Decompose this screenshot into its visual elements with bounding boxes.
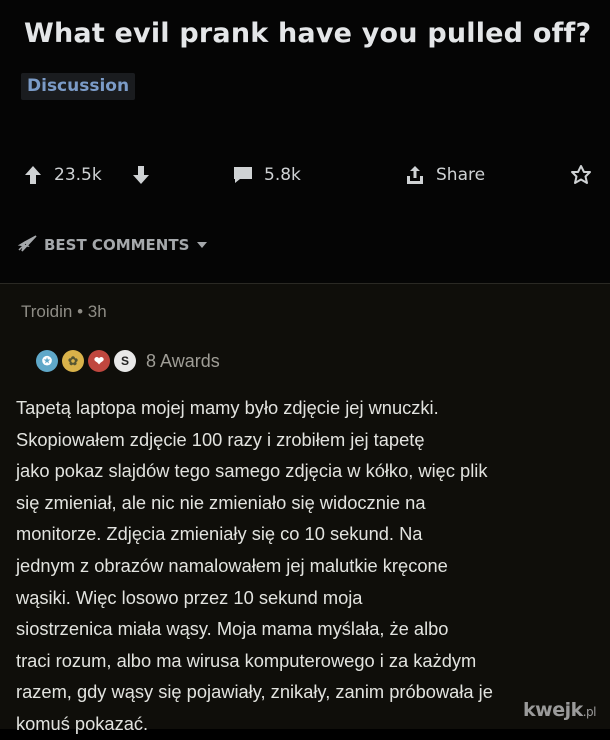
comment-count: 5.8k — [264, 165, 301, 185]
sort-rocket-icon — [16, 233, 38, 257]
upvote-icon — [24, 165, 42, 185]
comment-line: traci rozum, albo ma wirusa komputeroweg… — [16, 649, 477, 671]
comment-icon — [232, 165, 254, 185]
comment-line: jednym z obrazów namalowałem jej malutki… — [16, 554, 448, 576]
comment-line: siostrzenica miała wąsy. Moja mama myśla… — [16, 618, 449, 640]
comment-divider — [0, 283, 610, 284]
awards-count: 8 Awards — [146, 350, 220, 371]
award-icon — [570, 164, 592, 186]
watermark-logo: kwejk.pl — [523, 699, 597, 721]
comment-time: 3h — [87, 302, 107, 321]
comment-line: monitorze. Zdjęcia zmieniały się co 10 s… — [16, 523, 423, 545]
comment-line: jako pokaz slajdów tego samego zdjęcia w… — [16, 460, 488, 482]
share-icon — [404, 164, 426, 186]
award-icon: ❤ — [88, 350, 110, 372]
meta-separator: • — [77, 302, 88, 321]
post-header: What evil prank have you pulled off? Dis… — [0, 0, 610, 283]
award-icon: ✪ — [36, 350, 58, 372]
post-title[interactable]: What evil prank have you pulled off? — [24, 18, 591, 49]
comment-line: razem, gdy wąsy się pojawiały, znikały, … — [16, 681, 493, 703]
comment-line: Skopiowałem zdjęcie 100 razy i zrobiłem … — [16, 428, 425, 450]
comment-author[interactable]: Troidin — [21, 302, 72, 321]
comment-body: Tapetą laptopa mojej mamy było zdjęcie j… — [16, 392, 601, 740]
downvote-icon — [132, 165, 150, 185]
award-icon: S — [114, 350, 136, 372]
comment-line: się zmieniał, ale nic nie zmieniało się … — [16, 491, 426, 513]
downvote-button[interactable] — [132, 158, 150, 192]
award-icon: ✿ — [62, 350, 84, 372]
comment-line: Tapetą laptopa mojej mamy było zdjęcie j… — [16, 397, 439, 418]
sort-label: BEST COMMENTS — [44, 236, 190, 254]
sort-comments-dropdown[interactable]: BEST COMMENTS — [16, 232, 209, 258]
vote-score: 23.5k — [54, 165, 102, 185]
comment-awards[interactable]: ✪ ✿ ❤ S 8 Awards — [36, 347, 220, 375]
upvote-button[interactable] — [24, 158, 42, 192]
share-label: Share — [436, 165, 486, 185]
comment-line: komuś pokazać. — [16, 712, 149, 734]
post-actions-bar: 23.5k 5.8k Share — [0, 158, 610, 192]
post-flair[interactable]: Discussion — [21, 73, 136, 100]
chevron-down-icon — [195, 236, 209, 254]
comment-meta: Troidin • 3h — [21, 302, 107, 322]
award-button[interactable] — [570, 158, 592, 192]
share-button[interactable]: Share — [404, 158, 485, 192]
comment-line: wąsiki. Więc losowo przez 10 sekund moja — [16, 586, 363, 608]
watermark-suffix: .pl — [582, 705, 597, 719]
comments-button[interactable]: 5.8k — [232, 158, 301, 192]
watermark-main: kwejk — [523, 699, 583, 721]
